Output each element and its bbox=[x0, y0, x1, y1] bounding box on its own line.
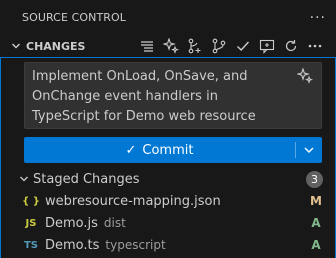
list-item-file[interactable]: TS Demo.ts typescript A bbox=[0, 234, 336, 256]
chevron-down-icon[interactable] bbox=[16, 174, 32, 184]
file-name: Demo.ts bbox=[45, 237, 100, 253]
file-status-added: A bbox=[311, 216, 321, 230]
list-item-file[interactable]: JS Demo.js dist A bbox=[0, 212, 336, 234]
changes-label: CHANGES bbox=[26, 39, 86, 53]
commit-button-main[interactable]: ✓ Commit bbox=[24, 143, 295, 158]
view-title: SOURCE CONTROL bbox=[22, 11, 127, 24]
source-control-header: SOURCE CONTROL ··· bbox=[0, 0, 336, 35]
file-directory: typescript bbox=[105, 238, 166, 252]
changes-tree: Staged Changes 3 { } webresource-mapping… bbox=[0, 168, 336, 256]
branch-icon[interactable] bbox=[209, 37, 228, 56]
typescript-file-icon: TS bbox=[23, 239, 39, 251]
pull-request-icon[interactable] bbox=[257, 37, 276, 56]
file-status-modified: M bbox=[310, 194, 322, 208]
changes-toolbar bbox=[137, 37, 324, 56]
json-file-icon: { } bbox=[22, 195, 40, 207]
file-directory: dist bbox=[103, 216, 126, 230]
refresh-icon[interactable] bbox=[281, 37, 300, 56]
file-name: webresource-mapping.json bbox=[45, 193, 221, 209]
check-icon: ✓ bbox=[125, 142, 137, 158]
staged-changes-label: Staged Changes bbox=[33, 171, 140, 187]
commit-message-text[interactable]: Implement OnLoad, OnSave, and OnChange e… bbox=[32, 67, 286, 127]
javascript-file-icon: JS bbox=[25, 217, 37, 229]
more-icon[interactable]: ··· bbox=[310, 10, 326, 26]
more-actions-icon[interactable] bbox=[305, 37, 324, 56]
file-status-added: A bbox=[311, 238, 321, 252]
changes-section-header[interactable]: CHANGES bbox=[0, 35, 336, 57]
commit-button[interactable]: ✓ Commit bbox=[24, 137, 322, 163]
chevron-down-icon[interactable] bbox=[8, 41, 24, 51]
generate-commit-message-sparkle-icon[interactable] bbox=[296, 67, 313, 88]
view-as-list-icon[interactable] bbox=[137, 37, 156, 56]
staged-count-badge: 3 bbox=[306, 170, 323, 188]
commit-label: Commit bbox=[142, 142, 194, 158]
check-icon[interactable] bbox=[233, 37, 252, 56]
commit-message-input[interactable]: Implement OnLoad, OnSave, and OnChange e… bbox=[24, 62, 322, 129]
commit-dropdown-chevron-icon[interactable] bbox=[296, 144, 322, 156]
staged-changes-group[interactable]: Staged Changes 3 bbox=[0, 168, 336, 190]
list-item-file[interactable]: { } webresource-mapping.json M bbox=[0, 190, 336, 212]
generate-message-sparkle-icon[interactable] bbox=[161, 37, 180, 56]
file-name: Demo.js bbox=[45, 215, 98, 231]
commit-graph-icon[interactable] bbox=[185, 37, 204, 56]
